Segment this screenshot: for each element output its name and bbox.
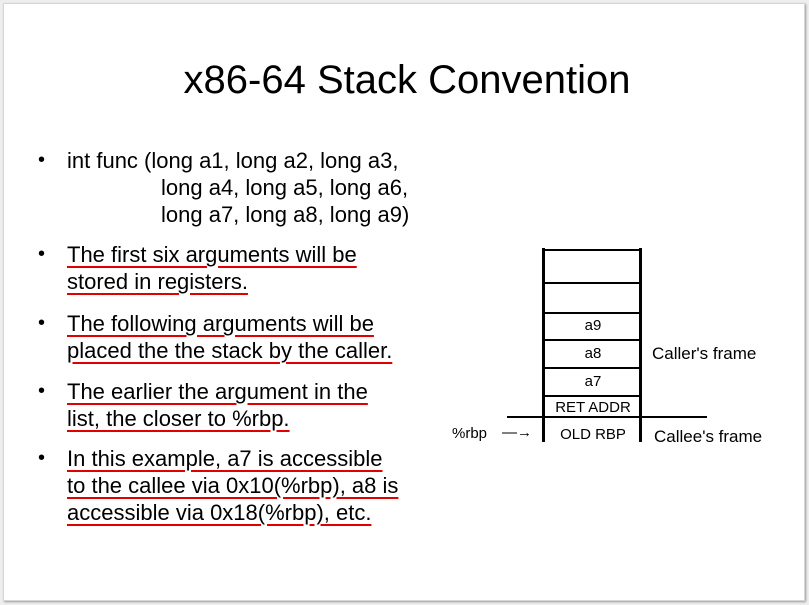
- bullet-line: long a4, long a5, long a6,: [161, 175, 409, 200]
- bullet-line: accessible via 0x18(%rbp), etc.: [67, 500, 372, 525]
- stack-divider: [542, 282, 642, 284]
- bullet-line: The following arguments will be: [67, 311, 374, 336]
- bullet-line: The first six arguments will be: [67, 242, 357, 267]
- stack-divider: [542, 249, 642, 251]
- callees-frame-label: Callee's frame: [654, 427, 763, 446]
- presentation-window: x86-64 Stack Convention • int func (long…: [0, 0, 809, 605]
- slide: x86-64 Stack Convention • int func (long…: [3, 3, 805, 601]
- stack-cell-a8: a8: [584, 345, 602, 362]
- bullet-line: In this example, a7 is accessible: [67, 446, 383, 471]
- bullet-line: long a7, long a8, long a9): [161, 202, 410, 227]
- bullet-dot: •: [38, 380, 46, 402]
- bullet-dot: •: [38, 312, 46, 334]
- callers-frame-label: Caller's frame: [652, 344, 757, 363]
- bullet-dot: •: [38, 243, 46, 265]
- slide-title: x86-64 Stack Convention: [183, 58, 631, 102]
- stack-cell-old-rbp: OLD RBP: [560, 426, 626, 443]
- bullet-dot: •: [38, 149, 46, 171]
- stack-cell-a9: a9: [584, 317, 602, 334]
- bullet-line: to the callee via 0x10(%rbp), a8 is: [67, 473, 399, 498]
- rbp-pointer-label: %rbp: [452, 425, 488, 442]
- stack-cell-ret-addr: RET ADDR: [555, 399, 631, 416]
- bullet-dot: •: [38, 447, 46, 469]
- bullet-line: list, the closer to %rbp.: [67, 406, 290, 431]
- rbp-pointer-arrow-icon: —→: [502, 424, 532, 441]
- stack-cell-a7: a7: [584, 373, 602, 390]
- bullet-line: stored in registers.: [67, 269, 248, 294]
- stack-diagram: a9 a8 a7 RET ADDR OLD RBP Caller's frame…: [444, 244, 784, 454]
- bullet-line: placed the the stack by the caller.: [67, 338, 393, 363]
- bullet-line: int func (long a1, long a2, long a3,: [67, 148, 399, 173]
- bullet-line: The earlier the argument in the: [67, 379, 368, 404]
